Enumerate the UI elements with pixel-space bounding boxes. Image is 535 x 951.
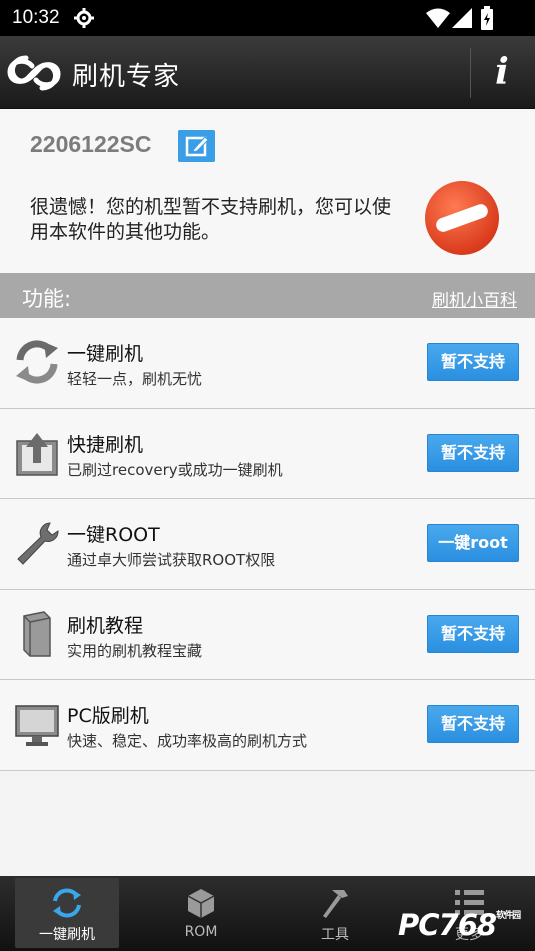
function-subtitle: 快速、稳定、成功率极高的刷机方式 [67,732,308,750]
functions-header: 功能: 刷机小百科 [0,273,535,318]
battery-icon [481,6,493,30]
info-button[interactable]: i [488,50,516,94]
unsupported-button[interactable]: 暂不支持 [427,433,519,472]
function-row-quick-flash[interactable]: 快捷刷机 已刷过recovery或成功一键刷机 暂不支持 [0,408,535,499]
app-logo [7,55,61,91]
tab-tools[interactable]: 工具 [268,876,402,951]
info-icon: i [495,51,509,93]
function-title: 一键刷机 [67,343,144,365]
refresh-arrows-icon [16,340,58,384]
not-supported-icon [425,181,499,255]
function-row-tutorial[interactable]: 刷机教程 实用的刷机教程宝藏 暂不支持 [0,589,535,680]
one-click-root-button[interactable]: 一键root [427,524,519,562]
function-subtitle: 已刷过recovery或成功一键刷机 [67,460,283,479]
app-bar: 刷机专家 i [0,36,535,109]
tab-label: 工具 [321,927,349,943]
app-title: 刷机专家 [72,62,181,92]
upload-box-icon [16,432,58,476]
device-model: 2206122SC [30,131,152,157]
status-time: 10:32 [12,7,60,28]
book-icon [23,610,51,657]
device-card: 2206122SC 很遗憾！您的机型暂不支持刷机，您可以使用本软件的其他功能。 [0,109,535,273]
appbar-divider [470,48,471,98]
status-bar: 10:32 [0,0,535,36]
wrench-icon [17,522,59,565]
function-row-pc-flash[interactable]: PC版刷机 快速、稳定、成功率极高的刷机方式 暂不支持 [0,680,535,771]
pc768-watermark: PC768软件园 [398,908,521,942]
function-title: PC版刷机 [67,705,149,727]
signal-icon [452,8,472,28]
function-subtitle: 通过卓大师尝试获取ROOT权限 [67,551,276,569]
function-row-one-click-flash[interactable]: 一键刷机 轻轻一点，刷机无忧 暂不支持 [0,318,535,409]
monitor-icon [15,705,59,746]
function-title: 一键ROOT [67,524,160,546]
unsupported-button[interactable]: 暂不支持 [427,705,519,743]
gear-icon [74,8,94,28]
functions-list: 一键刷机 轻轻一点，刷机无忧 暂不支持 快捷刷机 已刷过recovery或成功一… [0,318,535,771]
flash-wiki-link[interactable]: 刷机小百科 [432,286,517,311]
edit-icon[interactable] [178,130,215,162]
functions-label: 功能: [22,287,72,311]
refresh-icon [53,888,81,918]
tab-rom[interactable]: ROM [134,876,268,951]
function-title: 刷机教程 [67,614,144,637]
cube-icon [187,889,215,918]
function-title: 快捷刷机 [67,433,144,456]
unsupported-button[interactable]: 暂不支持 [427,343,519,381]
tab-one-click-flash[interactable]: 一键刷机 [0,876,134,951]
unsupported-button[interactable]: 暂不支持 [427,614,519,653]
function-subtitle: 实用的刷机教程宝藏 [67,641,203,660]
function-row-one-click-root[interactable]: 一键ROOT 通过卓大师尝试获取ROOT权限 一键root [0,499,535,590]
function-subtitle: 轻轻一点，刷机无忧 [67,370,203,388]
tab-label: 一键刷机 [39,927,95,943]
wifi-icon [426,8,450,28]
tab-label: ROM [184,924,218,940]
unsupported-message: 很遗憾！您的机型暂不支持刷机，您可以使用本软件的其他功能。 [30,196,392,243]
hammer-icon [323,890,348,918]
